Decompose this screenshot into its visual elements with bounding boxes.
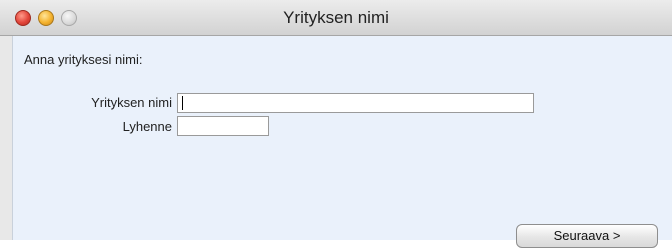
prompt-text: Anna yrityksesi nimi:	[24, 52, 143, 67]
window: Yrityksen nimi Anna yrityksesi nimi: Yri…	[0, 0, 672, 248]
abbreviation-field[interactable]	[177, 116, 269, 136]
window-title: Yrityksen nimi	[283, 8, 389, 27]
close-icon[interactable]	[15, 10, 31, 26]
title-bar[interactable]: Yrityksen nimi	[0, 0, 672, 36]
next-button[interactable]: Seuraava >	[516, 224, 658, 248]
company-name-label: Yrityksen nimi	[91, 95, 172, 110]
minimize-icon[interactable]	[38, 10, 54, 26]
text-caret	[182, 96, 183, 110]
zoom-icon	[61, 10, 77, 26]
abbreviation-label: Lyhenne	[122, 119, 172, 134]
company-name-field[interactable]	[177, 93, 534, 113]
